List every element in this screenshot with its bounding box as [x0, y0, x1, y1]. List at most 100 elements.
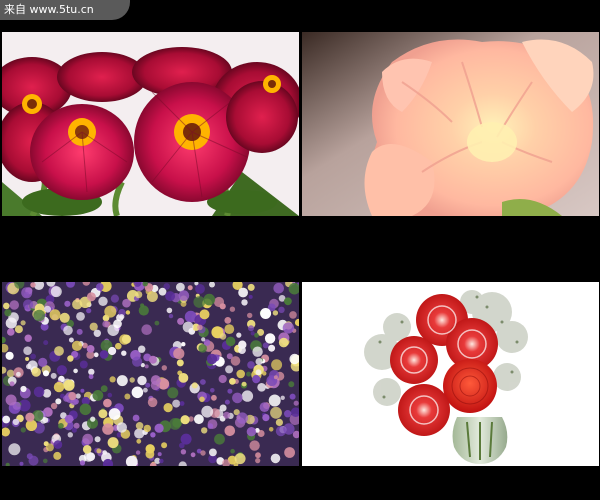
statice-blossom — [259, 402, 270, 412]
statice-blossom — [138, 345, 146, 353]
statice-blossom — [158, 287, 167, 296]
statice-blossom — [68, 337, 74, 343]
statice-blossom — [67, 355, 74, 362]
statice-blossom — [180, 415, 190, 425]
statice-blossom — [16, 371, 21, 377]
statice-blossom — [26, 453, 33, 460]
statice-blossom — [271, 359, 283, 371]
statice-blossom — [44, 305, 51, 313]
statice-blossom — [238, 287, 249, 298]
statice-blossom — [252, 375, 261, 384]
statice-blossom — [165, 291, 176, 302]
statice-blossom — [23, 346, 32, 355]
statice-blossom — [172, 418, 182, 428]
statice-blossom — [135, 291, 143, 299]
statice-blossom — [230, 448, 235, 454]
statice-blossom — [268, 344, 276, 352]
statice-blossom — [14, 325, 23, 334]
statice-blossom — [154, 320, 160, 326]
statice-blossom — [272, 310, 279, 316]
statice-blossom — [43, 458, 48, 464]
statice-blossom — [88, 374, 94, 380]
statice-blossom — [82, 433, 94, 445]
statice-blossom — [21, 287, 33, 299]
statice-blossom — [98, 409, 108, 419]
statice-blossom — [255, 458, 261, 464]
statice-blossom — [190, 452, 196, 458]
statice-blossom — [224, 324, 235, 334]
statice-blossom — [225, 365, 234, 374]
statice-blossom — [42, 370, 50, 377]
statice-blossom — [248, 325, 254, 332]
statice-blossom — [108, 346, 117, 356]
statice-field-image — [2, 282, 299, 466]
statice-blossom — [104, 305, 117, 318]
statice-blossom — [201, 427, 208, 434]
statice-blossom — [270, 406, 282, 419]
zinnia-bouquet-photo — [2, 32, 299, 216]
statice-blossom — [282, 322, 295, 334]
statice-blossom — [224, 317, 232, 324]
statice-blossom — [161, 442, 168, 449]
statice-blossom — [168, 313, 174, 319]
statice-blossom — [176, 359, 184, 367]
statice-blossom — [224, 399, 230, 405]
statice-blossom — [254, 332, 259, 338]
statice-blossom — [209, 448, 217, 457]
statice-blossom — [203, 293, 216, 306]
statice-blossom — [232, 392, 243, 404]
wallpaper-collage: 来自 www.5tu.cn — [0, 0, 600, 500]
red-dahlia-vase-image — [302, 282, 599, 466]
statice-blossom — [246, 427, 257, 437]
statice-blossom — [143, 387, 148, 393]
statice-blossom — [229, 306, 236, 312]
statice-blossom — [3, 302, 10, 310]
statice-blossom — [20, 427, 26, 433]
statice-blossom — [30, 353, 36, 360]
statice-blossom — [284, 410, 292, 418]
statice-blossom — [42, 417, 49, 423]
statice-blossom — [25, 357, 30, 361]
statice-blossom — [92, 390, 104, 401]
statice-blossom — [93, 352, 99, 358]
statice-blossom — [145, 382, 151, 388]
statice-blossom — [125, 310, 131, 315]
watermark-text: 来自 www.5tu.cn — [4, 3, 94, 16]
statice-blossom — [64, 414, 74, 424]
statice-blossom — [134, 428, 145, 439]
statice-blossom — [110, 294, 119, 303]
statice-blossom — [255, 369, 262, 376]
statice-blossom — [98, 296, 108, 306]
statice-blossom — [159, 458, 164, 464]
statice-blossom — [58, 423, 64, 429]
statice-blossom — [247, 283, 255, 291]
statice-blossom — [280, 395, 285, 400]
statice-blossom — [218, 374, 227, 384]
statice-blossom — [268, 427, 274, 432]
statice-blossom — [201, 405, 214, 418]
statice-blossom — [284, 447, 295, 458]
statice-blossom — [201, 337, 206, 342]
statice-blossom — [223, 411, 231, 419]
statice-blossom — [73, 368, 78, 374]
statice-blossom — [6, 369, 15, 378]
red-dahlia-vase-arrangement-photo — [302, 282, 599, 466]
statice-blossom — [177, 317, 185, 325]
statice-blossom — [2, 415, 11, 424]
statice-blossom — [262, 342, 269, 349]
statice-blossom — [50, 286, 62, 298]
statice-blossom — [193, 296, 206, 308]
statice-blossom — [23, 299, 34, 310]
statice-blossom — [53, 440, 63, 449]
statice-blossom — [102, 423, 114, 435]
statice-blossom — [148, 355, 157, 364]
statice-blossom — [135, 450, 141, 455]
statice-blossom — [124, 393, 131, 400]
statice-blossom — [269, 370, 280, 381]
statice-blossom — [143, 424, 151, 433]
statice-blossom — [102, 320, 110, 328]
statice-blossom — [191, 382, 198, 389]
statice-blossom — [225, 336, 236, 347]
statice-blossom — [264, 333, 276, 344]
statice-blossom — [236, 332, 242, 338]
